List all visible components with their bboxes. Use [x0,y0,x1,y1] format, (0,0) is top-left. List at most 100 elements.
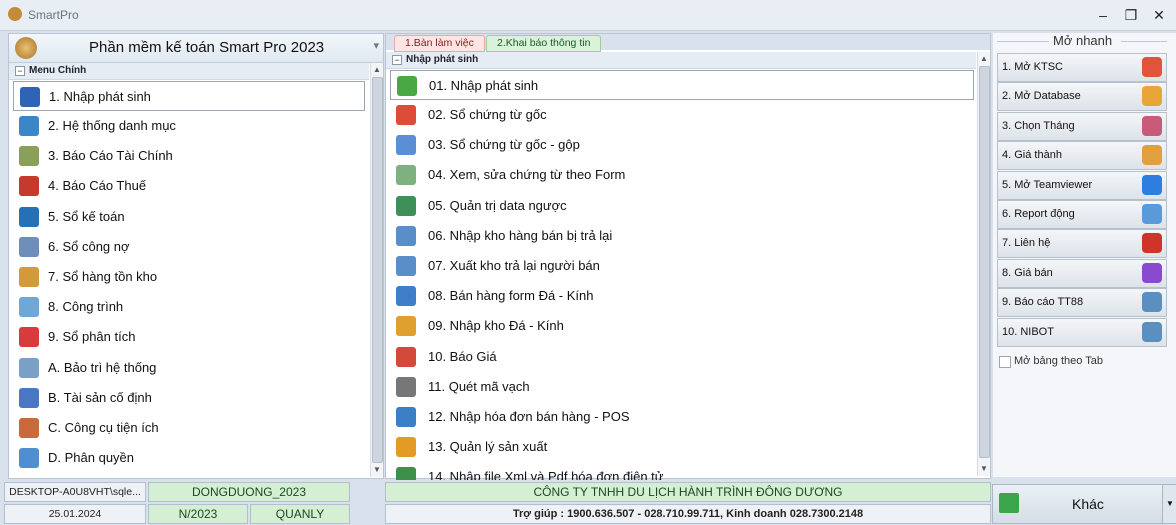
money-bag-icon [15,37,37,59]
quick-open-button-label: 2. Mở Database [1002,90,1081,103]
entry-item-label: 13. Quản lý sản xuất [428,439,548,455]
quick-open-button[interactable]: 9. Báo cáo TT88 [997,288,1167,318]
open-as-tab-checkbox[interactable] [999,356,1011,368]
entry-item-label: 10. Báo Giá [428,348,497,364]
quick-open-button-label: 7. Liên hệ [1002,237,1051,250]
main-menu-item[interactable]: 9. Sổ phân tích [13,322,365,352]
other-button[interactable]: Khác [992,484,1164,524]
quick-open-panel: Mở nhanh 1. Mở KTSC 2. Mở Database 3. Chọn… [993,33,1176,477]
tools-icon [19,417,39,438]
entry-item-label: 12. Nhập hóa đơn bán hàng - POS [428,408,630,424]
main-menu-item[interactable]: 3. Báo Cáo Tài Chính [13,141,365,171]
entry-item-label: 01. Nhập phát sinh [429,78,539,93]
divider [997,41,1049,42]
main-menu-item[interactable]: 1. Nhập phát sinh [13,81,365,111]
quick-open-button[interactable]: 1. Mở KTSC [997,53,1167,82]
entry-item[interactable]: 13. Quản lý sản xuất [390,432,974,462]
doc-out-icon [396,255,416,276]
other-dropdown-button[interactable]: ▼ [1162,484,1176,524]
period: N/2023 [148,504,248,524]
quick-open-button-label: 10. NIBOT [1002,325,1054,338]
notebook-icon [20,87,40,107]
entry-item[interactable]: 05. Quản trị data ngược [390,191,974,221]
quick-open-button[interactable]: 8. Giá bán [997,258,1167,288]
tab-declaration[interactable]: 2.Khai báo thông tin [486,35,602,52]
main-menu-item-label: 9. Sổ phân tích [48,329,136,345]
main-menu-item[interactable]: 2. Hệ thống danh mục [13,111,365,141]
entry-item[interactable]: 12. Nhập hóa đơn bán hàng - POS [390,402,974,432]
main-menu-panel: Phần mềm kế toán Smart Pro 2023 ▾ − Menu… [8,33,384,479]
collapse-icon[interactable]: − [392,55,402,65]
quick-open-button[interactable]: 10. NIBOT [997,317,1167,347]
collapse-icon[interactable]: − [15,66,25,76]
window-icon [1142,321,1162,342]
user-name: QUANLY [250,504,350,524]
entry-item[interactable]: 08. Bán hàng form Đá - Kính [390,281,974,311]
quick-open-button[interactable]: 5. Mở Teamviewer [997,170,1167,200]
entry-item[interactable]: 06. Nhập kho hàng bán bị trả lại [390,221,974,251]
barcode-icon [396,376,416,397]
title-bar: SmartPro ‒ ❐ ✕ [0,0,1176,31]
scroll-thumb[interactable] [372,77,383,463]
quick-open-button[interactable]: 7. Liên hệ [997,229,1167,259]
open-as-tab-label: Mở bảng theo Tab [1014,355,1103,367]
chevron-down-icon[interactable]: ▾ [373,39,379,52]
scroll-thumb[interactable] [979,66,990,458]
main-menu-item-label: 4. Báo Cáo Thuế [48,178,147,194]
quick-open-button-label: 3. Chọn Tháng [1002,119,1075,132]
add-doc-icon [397,76,417,96]
main-menu-item[interactable]: C. Công cụ tiện ích [13,413,365,443]
main-menu-item[interactable]: B. Tài sản cố định [13,383,365,413]
scroll-down-icon[interactable]: ▼ [371,464,383,476]
box-add-icon [396,316,416,337]
main-menu-item[interactable]: A. Bảo trì hệ thống [13,353,365,383]
quick-open-button-label: 5. Mở Teamviewer [1002,178,1093,191]
main-menu-item-label: 7. Sổ hàng tồn kho [48,268,158,284]
entry-item[interactable]: 03. Sổ chứng từ gốc - gộp [390,130,974,160]
close-button[interactable]: ✕ [1146,4,1172,26]
main-menu-item-label: 2. Hệ thống danh mục [48,118,176,133]
restore-button[interactable]: ❐ [1118,4,1144,26]
entry-list: 01. Nhập phát sinh 02. Sổ chứng từ gốc 03.… [390,70,974,492]
entry-item-label: 06. Nhập kho hàng bán bị trả lại [428,227,613,243]
left-scrollbar[interactable]: ▲ ▼ [370,63,383,477]
invoice-pos-icon [396,406,416,427]
main-menu-item[interactable]: 5. Sổ kế toán [13,202,365,232]
main-menu-item[interactable]: 7. Sổ hàng tồn kho [13,262,365,292]
money-report-icon [19,146,39,167]
tab-workspace[interactable]: 1.Bàn làm việc [394,35,485,52]
entry-item[interactable]: 09. Nhập kho Đá - Kính [390,311,974,341]
quick-open-button[interactable]: 4. Giá thành [997,141,1167,171]
scroll-down-icon[interactable]: ▼ [978,463,990,475]
entry-item[interactable]: 04. Xem, sửa chứng từ theo Form [390,160,974,190]
doc-in-icon [396,225,416,246]
quick-open-button[interactable]: 3. Chọn Tháng [997,111,1167,141]
entry-item[interactable]: 11. Quét mã vạch [390,372,974,402]
window-title: SmartPro [28,8,79,22]
globe-icon [396,135,416,156]
heart-tag-icon [396,346,416,367]
main-menu-item[interactable]: 6. Sổ công nợ [13,232,365,262]
main-menu-item[interactable]: D. Phân quyền [13,443,365,473]
entry-item[interactable]: 02. Sổ chứng từ gốc [390,100,974,130]
entry-item[interactable]: 10. Báo Giá [390,342,974,372]
entry-item[interactable]: 07. Xuất kho trả lại người bán [390,251,974,281]
entry-group-header[interactable]: − Nhập phát sinh [386,52,976,69]
menu-group-header[interactable]: − Menu Chính [9,63,369,80]
scroll-up-icon[interactable]: ▲ [371,64,383,76]
quick-open-button[interactable]: 6. Report động [997,200,1167,229]
quick-open-button-label: 4. Giá thành [1002,149,1062,162]
center-scrollbar[interactable]: ▲ ▼ [977,52,990,476]
main-menu-item[interactable]: 4. Báo Cáo Thuế [13,171,365,201]
entry-group-label: Nhập phát sinh [406,54,479,65]
quick-open-button-label: 1. Mở KTSC [1002,61,1063,73]
entry-item-label: 03. Sổ chứng từ gốc - gộp [428,137,580,153]
minimize-button[interactable]: ‒ [1090,4,1116,26]
ledger-book-icon [19,206,39,227]
chrome-icon [1142,57,1162,77]
main-menu-item[interactable]: 8. Công trình [13,292,365,322]
scroll-up-icon[interactable]: ▲ [978,53,990,65]
entry-item[interactable]: 01. Nhập phát sinh [390,70,974,100]
quick-open-button-label: 6. Report động [1002,208,1075,220]
quick-open-button[interactable]: 2. Mở Database [997,82,1167,112]
